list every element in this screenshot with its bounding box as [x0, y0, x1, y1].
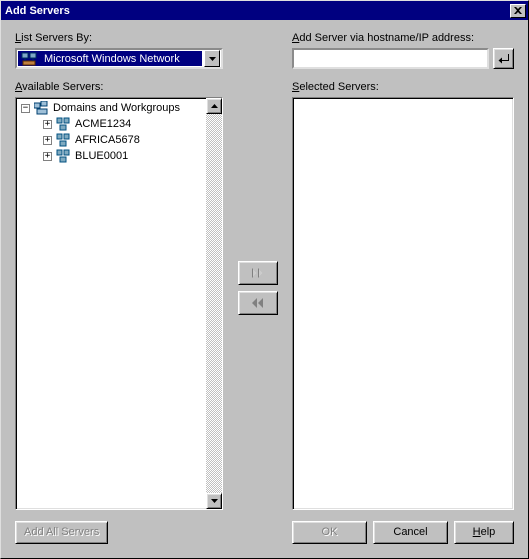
enter-icon	[498, 53, 510, 65]
scrollbar[interactable]	[206, 98, 222, 509]
dropdown-arrow-button[interactable]	[204, 50, 220, 67]
close-icon	[514, 7, 522, 14]
tree-item[interactable]: + BLUE0001	[18, 148, 204, 164]
selected-label: Selected Servers:	[292, 81, 514, 93]
add-via-label: Add Server via hostname/IP address:	[292, 32, 514, 44]
tree-item-label: BLUE0001	[75, 148, 128, 164]
add-hostname-button[interactable]	[493, 48, 514, 69]
selected-servers-list[interactable]	[292, 97, 514, 510]
list-by-label: List Servers By:	[15, 32, 223, 44]
tree-root-label: Domains and Workgroups	[53, 100, 180, 116]
domain-icon	[56, 148, 72, 164]
expand-icon[interactable]: +	[43, 136, 52, 145]
titlebar[interactable]: Add Servers	[1, 1, 528, 20]
dropdown-value: Microsoft Windows Network	[44, 53, 180, 65]
tree-root[interactable]: − Domains and Workgroups	[18, 100, 204, 116]
ok-button[interactable]: OK	[292, 521, 367, 544]
list-by-dropdown[interactable]: Microsoft Windows Network	[15, 48, 223, 69]
hostname-input[interactable]	[292, 48, 489, 69]
add-selected-button[interactable]	[238, 261, 278, 285]
window-title: Add Servers	[5, 5, 510, 17]
available-servers-list[interactable]: − Domains and Workgroups	[15, 97, 223, 510]
available-label: Available Servers:	[15, 81, 223, 93]
chevron-down-icon	[211, 499, 218, 503]
double-right-icon	[251, 268, 265, 278]
expand-icon[interactable]: +	[43, 120, 52, 129]
tree-item[interactable]: + AFRICA5678	[18, 132, 204, 148]
server-tree[interactable]: − Domains and Workgroups	[18, 100, 204, 164]
collapse-icon[interactable]: −	[21, 104, 30, 113]
scroll-up-button[interactable]	[206, 98, 222, 114]
cancel-button[interactable]: Cancel	[373, 521, 448, 544]
remove-selected-button[interactable]	[238, 291, 278, 315]
chevron-down-icon	[209, 57, 216, 61]
network-icon	[21, 51, 37, 67]
tree-item-label: AFRICA5678	[75, 132, 140, 148]
tree-item-label: ACME1234	[75, 116, 131, 132]
add-servers-dialog: Add Servers List Servers By:	[0, 0, 529, 559]
add-all-servers-button[interactable]: Add All Servers	[15, 521, 108, 544]
tree-item[interactable]: + ACME1234	[18, 116, 204, 132]
domain-icon	[56, 132, 72, 148]
domain-icon	[56, 116, 72, 132]
chevron-up-icon	[211, 104, 218, 108]
network-group-icon	[34, 100, 50, 116]
help-button[interactable]: Help	[454, 521, 514, 544]
close-button[interactable]	[510, 4, 526, 18]
double-left-icon	[251, 298, 265, 308]
expand-icon[interactable]: +	[43, 152, 52, 161]
scroll-down-button[interactable]	[206, 493, 222, 509]
